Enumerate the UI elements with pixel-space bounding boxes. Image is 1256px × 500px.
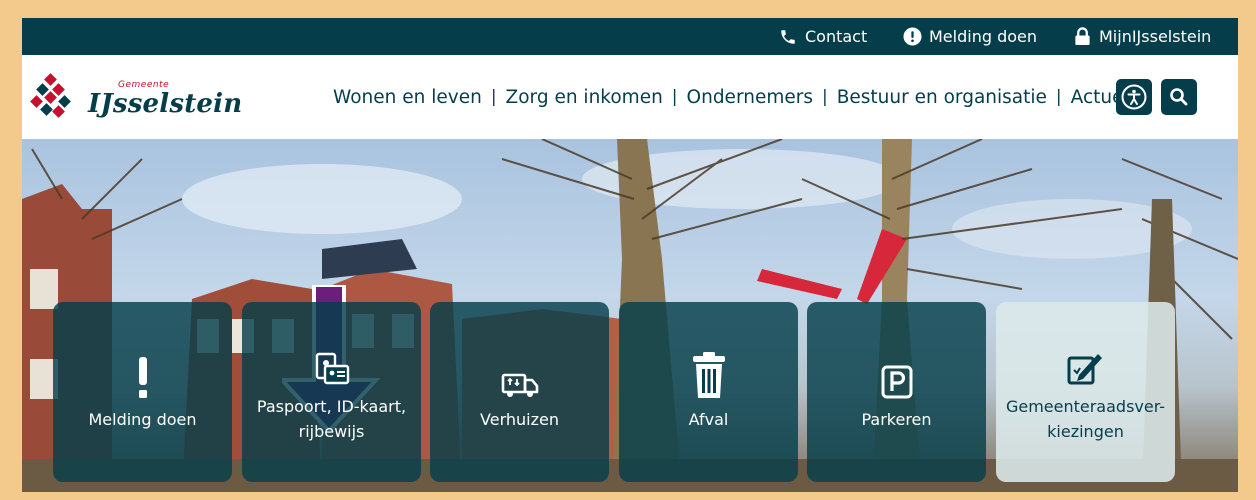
lock-icon: [1072, 27, 1092, 47]
ijsselstein-logo[interactable]: Gemeente IJsselstein: [30, 73, 250, 125]
main-navigation: Wonen en leven | Zorg en inkomen | Onder…: [333, 82, 1140, 112]
tile-verhuizen[interactable]: Verhuizen: [430, 302, 609, 482]
nav-separator: |: [671, 87, 678, 107]
nav-bestuur-en-organisatie[interactable]: Bestuur en organisatie: [837, 87, 1047, 108]
nav-separator: |: [821, 87, 828, 107]
accessibility-button[interactable]: [1116, 79, 1152, 115]
page-frame: Contact Melding doen MijnIJsselstein Gem…: [22, 18, 1238, 492]
top-utility-bar: Contact Melding doen MijnIJsselstein: [22, 18, 1238, 55]
logo-name: IJsselstein: [88, 89, 243, 119]
nav-zorg-en-inkomen[interactable]: Zorg en inkomen: [506, 87, 663, 108]
melding-doen-link[interactable]: Melding doen: [902, 18, 1037, 55]
search-icon: [1170, 88, 1188, 106]
trash-icon: [692, 351, 726, 399]
exclamation-icon: [137, 353, 149, 399]
alert-circle-icon: [902, 27, 922, 47]
parking-icon: [881, 353, 913, 399]
melding-label: Melding doen: [929, 27, 1038, 46]
moving-truck-icon: [501, 353, 539, 399]
tile-parkeren[interactable]: Parkeren: [807, 302, 986, 482]
id-card-icon: [314, 340, 350, 386]
main-header: Gemeente IJsselstein Wonen en leven | Zo…: [22, 55, 1238, 139]
tile-label: Verhuizen: [480, 409, 559, 429]
nav-separator: |: [1055, 87, 1062, 107]
tile-label: Paspoort, ID-kaart, rijbewijs: [256, 397, 407, 441]
search-button[interactable]: [1161, 79, 1197, 115]
tile-paspoort-id-kaart-rijbewijs[interactable]: Paspoort, ID-kaart, rijbewijs: [242, 302, 421, 482]
contact-label: Contact: [805, 27, 868, 46]
ballot-pen-icon: [1067, 340, 1105, 386]
tile-label: Afval: [688, 409, 729, 429]
tile-afval[interactable]: Afval: [619, 302, 798, 482]
contact-link[interactable]: Contact: [778, 18, 867, 55]
tile-gemeenteraadsverkiezingen[interactable]: Gemeenteraadsver-kiezingen: [996, 302, 1175, 482]
nav-ondernemers[interactable]: Ondernemers: [687, 87, 813, 108]
tile-melding-doen[interactable]: Melding doen: [53, 302, 232, 482]
mijn-label: MijnIJsselstein: [1099, 27, 1212, 46]
mijn-ijsselstein-link[interactable]: MijnIJsselstein: [1072, 18, 1211, 55]
tile-label: Melding doen: [88, 409, 197, 429]
nav-separator: |: [490, 87, 497, 107]
accessibility-icon: [1121, 84, 1147, 110]
tile-label: Gemeenteraadsver-kiezingen: [1005, 397, 1166, 441]
nav-wonen-en-leven[interactable]: Wonen en leven: [333, 87, 482, 108]
tile-label: Parkeren: [861, 409, 932, 429]
phone-icon: [778, 27, 798, 47]
logo-mark-icon: [30, 73, 71, 118]
